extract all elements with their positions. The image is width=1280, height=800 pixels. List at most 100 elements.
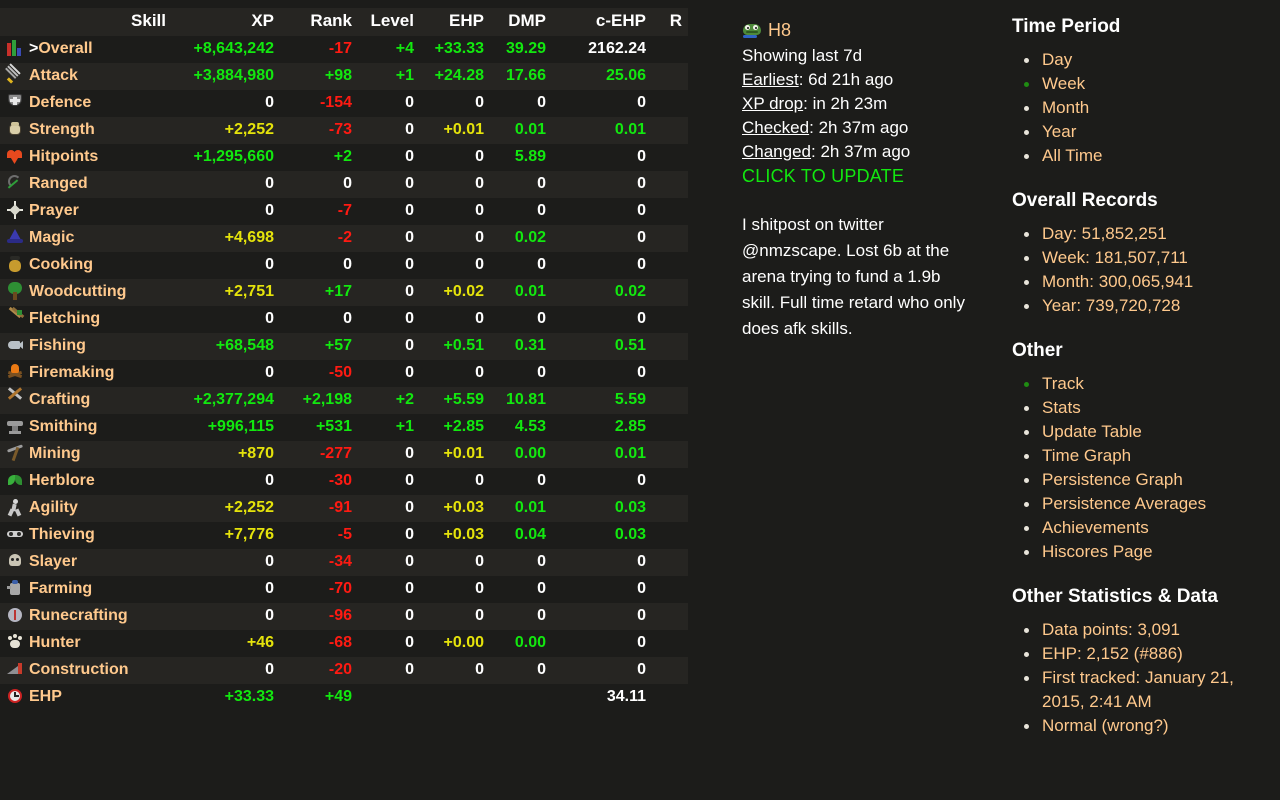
sidebar-item-time-period[interactable]: Year bbox=[1012, 120, 1280, 144]
cell-r bbox=[652, 387, 688, 414]
cell-skill-name[interactable]: Smithing bbox=[0, 414, 172, 441]
column-header-dmp[interactable]: DMP bbox=[490, 8, 552, 36]
sidebar-item-statistic[interactable]: Normal (wrong?) bbox=[1012, 714, 1280, 738]
cell-skill-name[interactable]: Magic bbox=[0, 225, 172, 252]
sidebar-item-time-period[interactable]: All Time bbox=[1012, 144, 1280, 168]
table-row[interactable]: Farming 0 -70 0 0 0 0 bbox=[0, 576, 688, 603]
sidebar-item-overall-record[interactable]: Month: 300,065,941 bbox=[1012, 270, 1280, 294]
sidebar-item-overall-record[interactable]: Year: 739,720,728 bbox=[1012, 294, 1280, 318]
herblore-icon bbox=[6, 471, 24, 489]
sidebar-item-other[interactable]: Persistence Graph bbox=[1012, 468, 1280, 492]
sidebar-item-other[interactable]: Achievements bbox=[1012, 516, 1280, 540]
cell-ehp bbox=[420, 684, 490, 711]
table-row[interactable]: EHP +33.33 +49 34.11 bbox=[0, 684, 688, 711]
sidebar-item-statistic-label: EHP: 2,152 (#886) bbox=[1042, 644, 1183, 663]
cell-rank: -2 bbox=[280, 225, 358, 252]
cell-skill-name[interactable]: Woodcutting bbox=[0, 279, 172, 306]
cell-skill-name[interactable]: Thieving bbox=[0, 522, 172, 549]
sidebar-item-statistic[interactable]: EHP: 2,152 (#886) bbox=[1012, 642, 1280, 666]
table-row[interactable]: Cooking 0 0 0 0 0 0 bbox=[0, 252, 688, 279]
cell-r bbox=[652, 468, 688, 495]
sidebar-item-other[interactable]: Stats bbox=[1012, 396, 1280, 420]
cell-skill-name[interactable]: Herblore bbox=[0, 468, 172, 495]
cell-skill-name[interactable]: Fletching bbox=[0, 306, 172, 333]
sidebar-item-statistic[interactable]: Data points: 3,091 bbox=[1012, 618, 1280, 642]
table-row[interactable]: Smithing +996,115 +531 +1 +2.85 4.53 2.8… bbox=[0, 414, 688, 441]
table-row[interactable]: Fishing +68,548 +57 0 +0.51 0.31 0.51 bbox=[0, 333, 688, 360]
cell-skill-name[interactable]: Defence bbox=[0, 90, 172, 117]
cell-skill-name[interactable]: Slayer bbox=[0, 549, 172, 576]
cell-skill-name[interactable]: EHP bbox=[0, 684, 172, 711]
cell-skill-name[interactable]: Firemaking bbox=[0, 360, 172, 387]
table-row[interactable]: Runecrafting 0 -96 0 0 0 0 bbox=[0, 603, 688, 630]
cell-xp: +2,252 bbox=[172, 117, 280, 144]
table-row[interactable]: Herblore 0 -30 0 0 0 0 bbox=[0, 468, 688, 495]
sidebar-item-overall-record[interactable]: Week: 181,507,711 bbox=[1012, 246, 1280, 270]
xp-drop-label[interactable]: XP drop bbox=[742, 94, 803, 113]
cell-skill-name[interactable]: Farming bbox=[0, 576, 172, 603]
changed-label[interactable]: Changed bbox=[742, 142, 811, 161]
table-row[interactable]: Magic +4,698 -2 0 0 0.02 0 bbox=[0, 225, 688, 252]
cell-skill-name[interactable]: Ranged bbox=[0, 171, 172, 198]
table-row[interactable]: Prayer 0 -7 0 0 0 0 bbox=[0, 198, 688, 225]
cell-skill-name[interactable]: >Overall bbox=[0, 36, 172, 63]
sidebar-item-time-period[interactable]: Month bbox=[1012, 96, 1280, 120]
table-row[interactable]: Agility +2,252 -91 0 +0.03 0.01 0.03 bbox=[0, 495, 688, 522]
sidebar-item-other[interactable]: Hiscores Page bbox=[1012, 540, 1280, 564]
cell-skill-name[interactable]: Agility bbox=[0, 495, 172, 522]
column-header-rank[interactable]: Rank bbox=[280, 8, 358, 36]
sidebar-item-time-period-label: Year bbox=[1042, 122, 1076, 141]
checked-label[interactable]: Checked bbox=[742, 118, 809, 137]
table-row[interactable]: Slayer 0 -34 0 0 0 0 bbox=[0, 549, 688, 576]
sidebar-item-other[interactable]: Track bbox=[1012, 372, 1280, 396]
table-row[interactable]: Defence 0 -154 0 0 0 0 bbox=[0, 90, 688, 117]
column-header-cehp[interactable]: c-EHP bbox=[552, 8, 652, 36]
column-header-level[interactable]: Level bbox=[358, 8, 420, 36]
cell-skill-name[interactable]: Hitpoints bbox=[0, 144, 172, 171]
table-row[interactable]: Ranged 0 0 0 0 0 0 bbox=[0, 171, 688, 198]
cell-skill-name[interactable]: Fishing bbox=[0, 333, 172, 360]
column-header-r[interactable]: R bbox=[652, 8, 688, 36]
cell-skill-name[interactable]: Prayer bbox=[0, 198, 172, 225]
cell-r bbox=[652, 522, 688, 549]
cell-cehp: 0 bbox=[552, 171, 652, 198]
magic-icon bbox=[6, 228, 24, 246]
cell-skill-name[interactable]: Attack bbox=[0, 63, 172, 90]
cell-skill-name[interactable]: Strength bbox=[0, 117, 172, 144]
sidebar-item-overall-record[interactable]: Day: 51,852,251 bbox=[1012, 222, 1280, 246]
table-row[interactable]: Mining +870 -277 0 +0.01 0.00 0.01 bbox=[0, 441, 688, 468]
table-row[interactable]: Fletching 0 0 0 0 0 0 bbox=[0, 306, 688, 333]
table-row[interactable]: Crafting +2,377,294 +2,198 +2 +5.59 10.8… bbox=[0, 387, 688, 414]
cell-xp: +8,643,242 bbox=[172, 36, 280, 63]
cell-level: 0 bbox=[358, 225, 420, 252]
table-row[interactable]: Hitpoints +1,295,660 +2 0 0 5.89 0 bbox=[0, 144, 688, 171]
sidebar-item-other[interactable]: Time Graph bbox=[1012, 444, 1280, 468]
sidebar-item-other[interactable]: Update Table bbox=[1012, 420, 1280, 444]
sidebar-item-statistic[interactable]: First tracked: January 21, 2015, 2:41 AM bbox=[1012, 666, 1280, 714]
table-row[interactable]: Thieving +7,776 -5 0 +0.03 0.04 0.03 bbox=[0, 522, 688, 549]
table-row[interactable]: Construction 0 -20 0 0 0 0 bbox=[0, 657, 688, 684]
sidebar-item-other[interactable]: Persistence Averages bbox=[1012, 492, 1280, 516]
table-row[interactable]: Strength +2,252 -73 0 +0.01 0.01 0.01 bbox=[0, 117, 688, 144]
sidebar-heading-other-statistics: Other Statistics & Data bbox=[1012, 586, 1280, 608]
table-row[interactable]: Woodcutting +2,751 +17 0 +0.02 0.01 0.02 bbox=[0, 279, 688, 306]
click-to-update-button[interactable]: CLICK TO UPDATE bbox=[742, 164, 982, 188]
table-row[interactable]: Attack +3,884,980 +98 +1 +24.28 17.66 25… bbox=[0, 63, 688, 90]
column-header-ehp[interactable]: EHP bbox=[420, 8, 490, 36]
sidebar-item-time-period[interactable]: Day bbox=[1012, 48, 1280, 72]
table-row[interactable]: >Overall +8,643,242 -17 +4 +33.33 39.29 … bbox=[0, 36, 688, 63]
prayer-icon bbox=[6, 201, 24, 219]
cell-skill-name[interactable]: Runecrafting bbox=[0, 603, 172, 630]
player-bio: I shitpost on twitter @nmzscape. Lost 6b… bbox=[742, 212, 974, 342]
column-header-skill[interactable]: Skill bbox=[0, 8, 172, 36]
cell-skill-name[interactable]: Cooking bbox=[0, 252, 172, 279]
cell-skill-name[interactable]: Hunter bbox=[0, 630, 172, 657]
earliest-label[interactable]: Earliest bbox=[742, 70, 799, 89]
sidebar-item-time-period[interactable]: Week bbox=[1012, 72, 1280, 96]
cell-skill-name[interactable]: Mining bbox=[0, 441, 172, 468]
cell-skill-name[interactable]: Construction bbox=[0, 657, 172, 684]
column-header-xp[interactable]: XP bbox=[172, 8, 280, 36]
cell-skill-name[interactable]: Crafting bbox=[0, 387, 172, 414]
table-row[interactable]: Firemaking 0 -50 0 0 0 0 bbox=[0, 360, 688, 387]
table-row[interactable]: Hunter +46 -68 0 +0.00 0.00 0 bbox=[0, 630, 688, 657]
